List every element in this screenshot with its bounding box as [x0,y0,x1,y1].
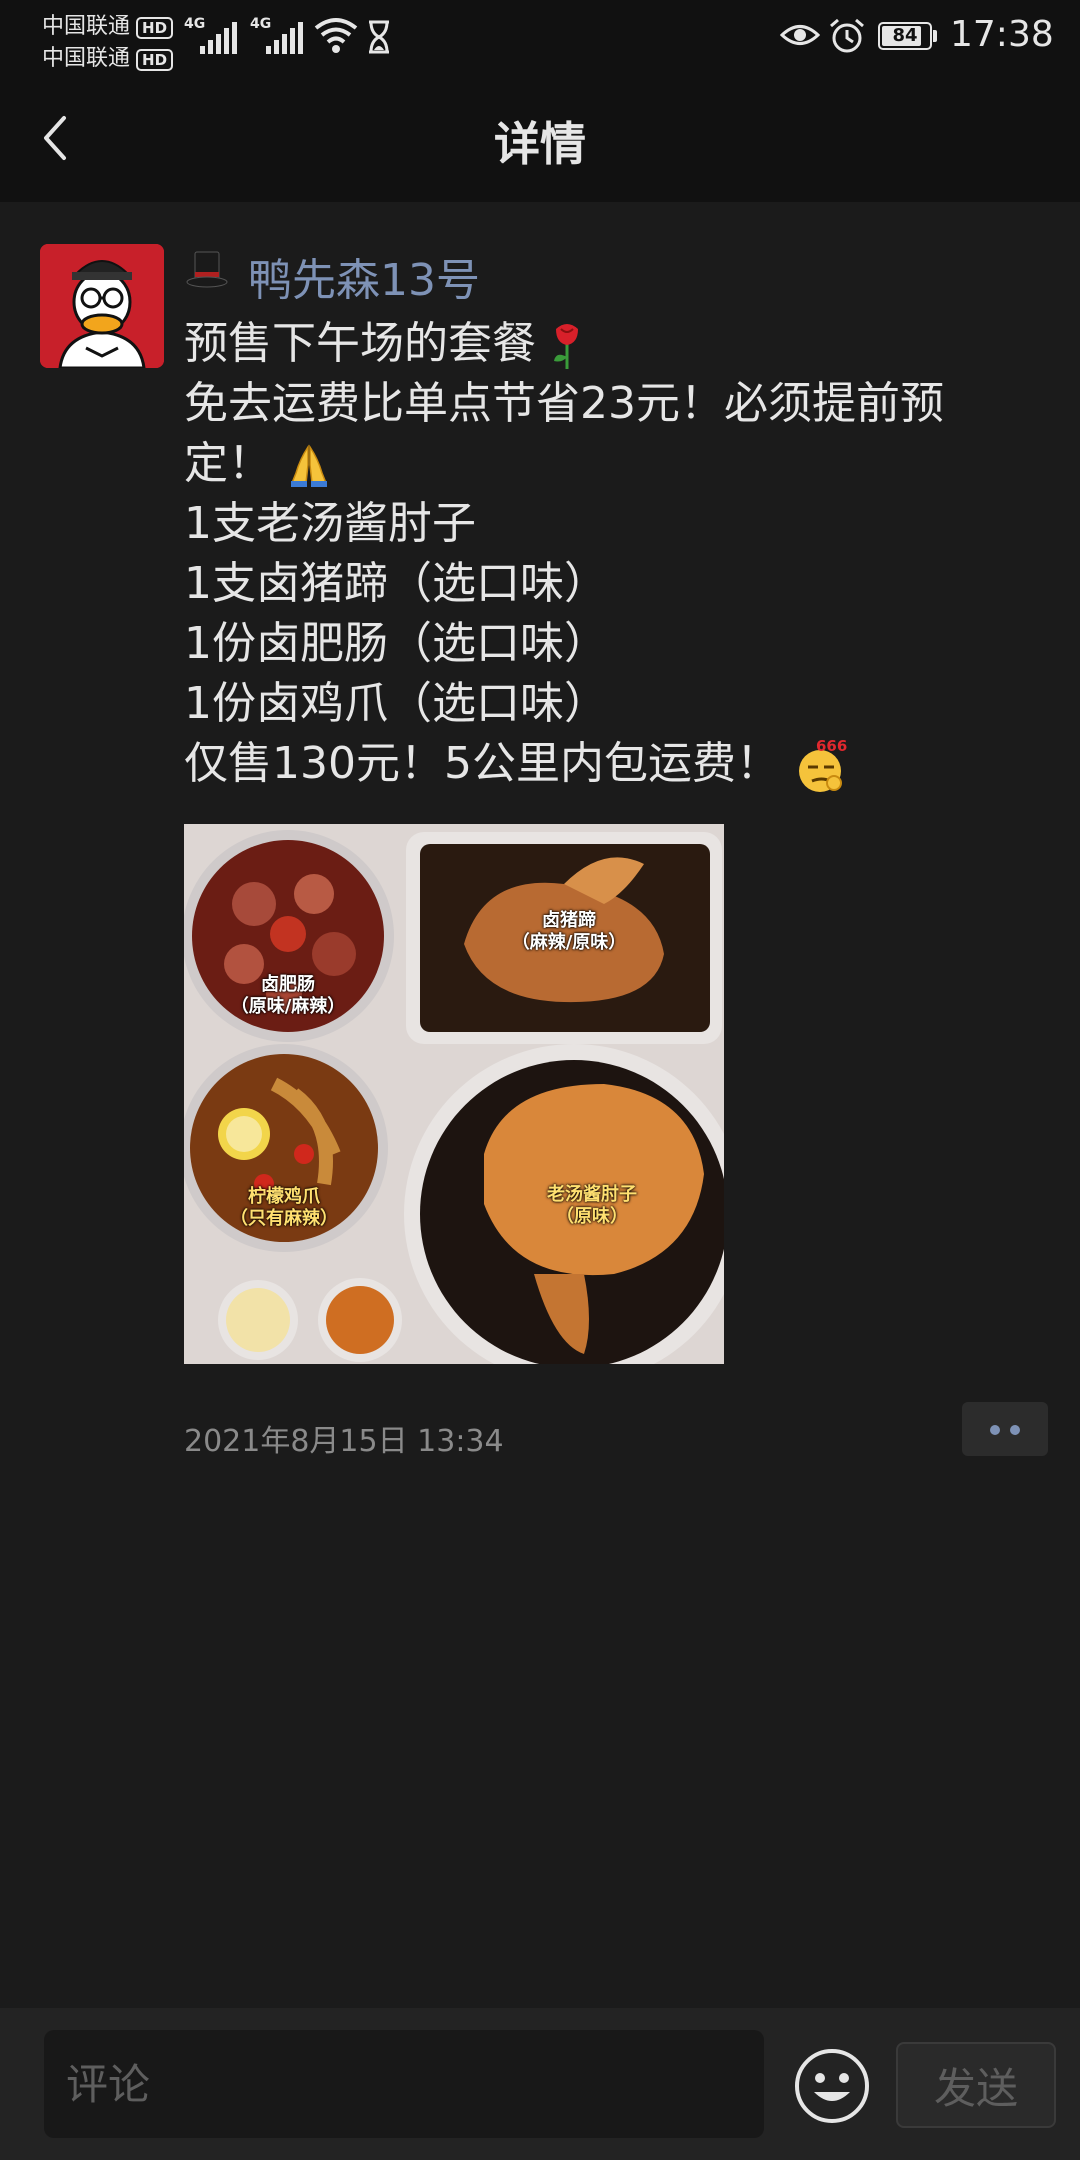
battery-tip [933,30,937,42]
rose-emoji-icon [554,324,578,369]
post-text: 预售下午场的套餐 免去运费比单点节省23元！必须提前预定！ 1支老汤酱肘子 1支… [184,314,1004,795]
send-button[interactable]: 发送 [896,2042,1056,2128]
status-bar: 中国联通 HD 中国联通 HD 4G 4G 84 17:38 [0,0,1080,72]
wifi-icon [314,18,358,53]
comment-bar: 发送 [0,2008,1080,2160]
image-label-intestine: 卤肥肠 （原味/麻辣） [230,974,346,1017]
nav-bar: 详情 [0,72,1080,202]
eye-icon [780,25,820,45]
folded-hands-emoji-icon [290,444,328,487]
post-line: 预售下午场的套餐 [184,314,1004,374]
post-line: 1支老汤酱肘子 [184,498,476,549]
hourglass-icon [369,20,389,54]
duck-avatar-image [40,244,164,368]
comment-input[interactable] [44,2030,764,2138]
image-label-trotter: 卤猪蹄 （麻辣/原味） [511,910,627,953]
braised-food-photo [184,824,724,1364]
smiley-icon[interactable] [792,2046,872,2126]
svg-text:666: 666 [816,737,847,755]
alarm-clock-icon [830,18,864,53]
666-smirk-emoji-icon: 666 [798,737,847,792]
hd-badge: HD [136,49,174,71]
post-timestamp: 2021年8月15日 13:34 [184,1424,504,1459]
username[interactable]: 鸭先森13号 [248,244,480,308]
battery-icon: 84 [878,22,932,50]
hd-badge: HD [136,17,174,39]
status-time: 17:38 [950,14,1054,55]
carrier-1: 中国联通 HD [42,8,174,40]
image-label-chicken-feet: 柠檬鸡爪 （只有麻辣） [230,1186,338,1229]
post-line: 免去运费比单点节省23元！必须提前预定！ [184,378,944,489]
page-title: 详情 [494,117,586,171]
carrier-2: 中国联通 HD [42,40,174,72]
post-line: 仅售130元！5公里内包运费！ 666 [184,734,1004,795]
top-hat-icon [186,251,228,288]
post-line: 1份卤肥肠（选口味） [184,618,608,669]
post-line: 1份卤鸡爪（选口味） [184,678,608,729]
post-line: 1支卤猪蹄（选口味） [184,558,608,609]
more-actions-button[interactable] [962,1402,1048,1456]
image-label-pork-knuckle: 老汤酱肘子 （原味） [547,1184,637,1227]
avatar[interactable] [40,244,164,368]
post-image[interactable]: 卤肥肠 （原味/麻辣） 卤猪蹄 （麻辣/原味） 柠檬鸡爪 （只有麻辣） 老汤酱肘… [184,824,724,1364]
